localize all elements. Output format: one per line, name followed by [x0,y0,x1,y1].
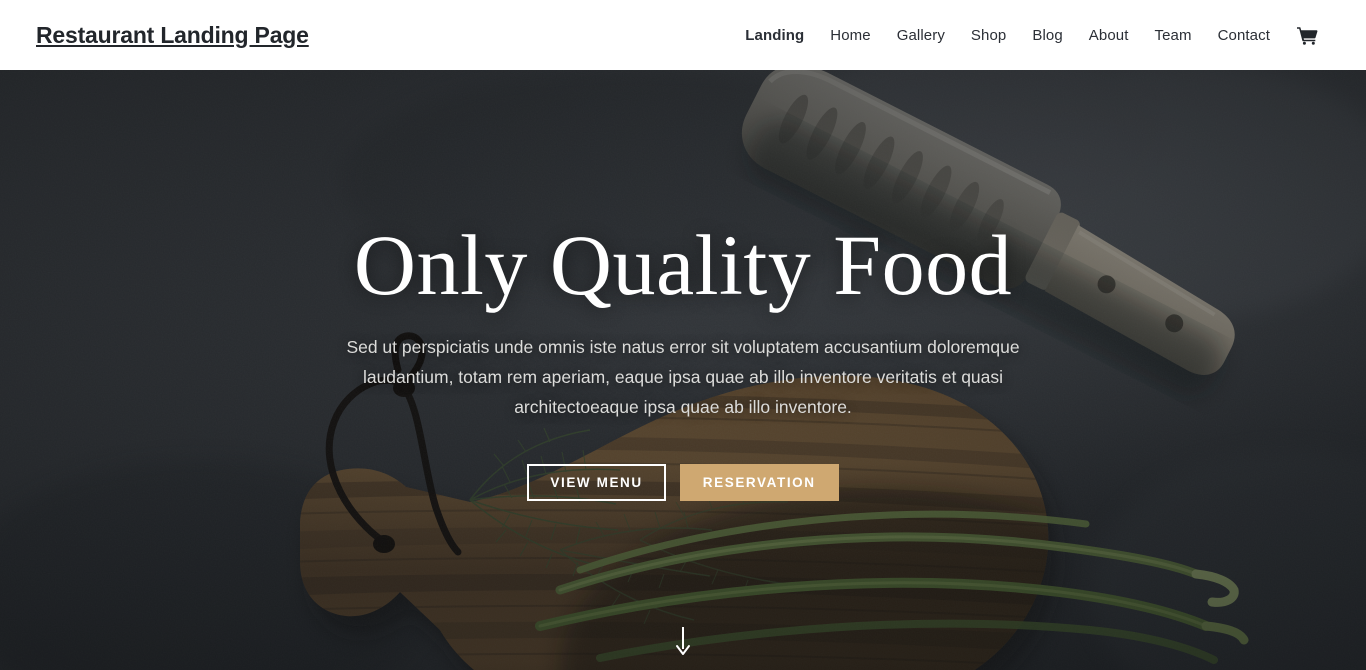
hero-content: Only Quality Food Sed ut perspiciatis un… [0,70,1366,670]
hero-section: Only Quality Food Sed ut perspiciatis un… [0,70,1366,670]
shopping-cart-icon [1297,26,1318,45]
scroll-down-button[interactable] [0,626,1366,656]
nav-item-team[interactable]: Team [1142,22,1205,49]
brand-logo[interactable]: Restaurant Landing Page [36,23,309,47]
arrow-down-icon [675,626,691,656]
hero-button-group: VIEW MENU RESERVATION [527,463,839,501]
nav-item-landing[interactable]: Landing [732,22,817,49]
nav-item-about[interactable]: About [1076,22,1142,49]
nav-item-blog[interactable]: Blog [1019,22,1075,49]
site-header: Restaurant Landing Page Landing Home Gal… [0,0,1366,70]
main-navigation: Landing Home Gallery Shop Blog About Tea… [732,20,1322,51]
shopping-cart-button[interactable] [1283,20,1322,51]
nav-item-shop[interactable]: Shop [958,22,1019,49]
nav-item-contact[interactable]: Contact [1205,22,1283,49]
reservation-button[interactable]: RESERVATION [679,463,839,501]
nav-item-gallery[interactable]: Gallery [884,22,958,49]
nav-item-home[interactable]: Home [817,22,883,49]
hero-description: Sed ut perspiciatis unde omnis iste natu… [346,336,1020,417]
hero-title: Only Quality Food [353,217,1013,313]
view-menu-button[interactable]: VIEW MENU [527,463,666,501]
